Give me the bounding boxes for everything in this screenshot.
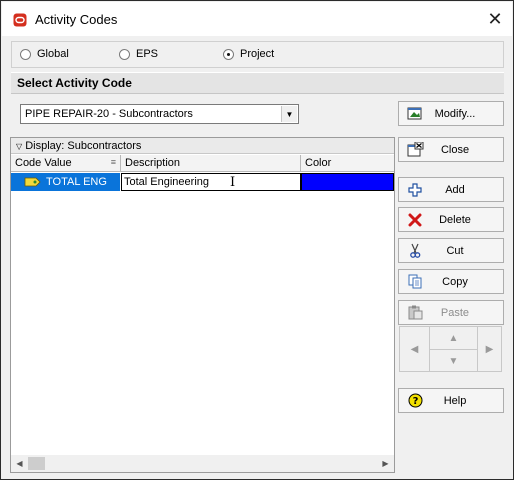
display-options-bar[interactable]: ▽ Display: Subcontractors	[11, 138, 394, 154]
text-cursor-icon: I	[230, 175, 236, 190]
activity-code-dropdown-value: PIPE REPAIR-20 - Subcontractors	[25, 108, 193, 120]
activity-code-dropdown[interactable]: PIPE REPAIR-20 - Subcontractors ▼	[20, 104, 299, 124]
dialog-body: Global EPS Project Select Activity Code …	[7, 37, 507, 475]
radio-global[interactable]: Global	[20, 48, 69, 60]
column-header-description-label: Description	[125, 157, 181, 169]
close-button[interactable]: Close	[398, 137, 504, 162]
copy-button-label: Copy	[442, 275, 468, 288]
delete-button[interactable]: Delete	[398, 207, 504, 232]
dropdown-arrow-icon[interactable]: ▼	[281, 106, 297, 122]
table-row[interactable]: TOTAL ENG Total Engineering I	[11, 173, 394, 191]
delete-button-label: Delete	[439, 213, 471, 226]
scroll-left-icon[interactable]: ◀	[11, 455, 28, 472]
activity-code-values-grid: ▽ Display: Subcontractors Code Value ≡ D…	[10, 137, 395, 473]
clipboard-icon	[405, 305, 425, 321]
radio-eps[interactable]: EPS	[119, 48, 158, 60]
help-button[interactable]: ? Help	[398, 388, 504, 413]
activity-codes-dialog: Activity Codes ✕ Global EPS Project Sele…	[0, 0, 514, 480]
close-window-icon	[405, 142, 425, 158]
collapse-chevron-icon[interactable]: ▽	[16, 142, 22, 151]
move-navigation-cluster: ◀ ▲ ▼ ▶	[399, 326, 502, 372]
copy-pages-icon	[405, 274, 425, 290]
code-value-text: TOTAL ENG	[46, 176, 107, 188]
column-header-description[interactable]: Description	[121, 155, 301, 172]
code-value-tag-icon	[24, 176, 42, 188]
cut-button-label: Cut	[446, 244, 464, 257]
delete-x-icon	[405, 212, 425, 228]
cell-description[interactable]: Total Engineering I	[121, 173, 301, 191]
move-down-icon[interactable]: ▼	[430, 350, 477, 372]
modify-icon	[405, 106, 425, 122]
sort-filter-icon[interactable]: ≡	[111, 157, 116, 167]
radio-project[interactable]: Project	[223, 48, 274, 60]
help-question-icon: ?	[405, 393, 425, 409]
radio-global-label: Global	[37, 48, 69, 60]
cell-code-value[interactable]: TOTAL ENG	[11, 173, 120, 191]
svg-text:?: ?	[412, 396, 418, 407]
description-text: Total Engineering	[124, 176, 210, 188]
column-header-code-value[interactable]: Code Value ≡	[11, 155, 121, 172]
scrollbar-thumb[interactable]	[28, 457, 45, 470]
close-button-label: Close	[440, 143, 470, 156]
radio-eps-label: EPS	[136, 48, 159, 60]
horizontal-scrollbar[interactable]: ◀ ▶	[11, 455, 394, 472]
scroll-right-icon[interactable]: ▶	[377, 455, 394, 472]
move-right-icon[interactable]: ▶	[478, 327, 501, 371]
radio-project-indicator[interactable]	[223, 48, 234, 60]
column-header-color-label: Color	[305, 157, 332, 169]
add-plus-icon	[405, 182, 425, 198]
modify-button-label: Modify...	[434, 107, 476, 120]
title-bar: Activity Codes ✕	[2, 2, 512, 36]
column-header-color[interactable]: Color	[301, 155, 394, 172]
scope-radio-group: Global EPS Project	[11, 41, 504, 68]
window-title: Activity Codes	[35, 12, 118, 27]
section-title: Select Activity Code	[11, 72, 504, 94]
oracle-o-icon	[13, 13, 27, 27]
paste-button-label: Paste	[440, 306, 470, 319]
paste-button[interactable]: Paste	[398, 300, 504, 325]
modify-button[interactable]: Modify...	[398, 101, 504, 126]
add-button[interactable]: Add	[398, 177, 504, 202]
help-button-label: Help	[443, 394, 467, 407]
display-label: Display: Subcontractors	[25, 140, 142, 152]
add-button-label: Add	[445, 183, 465, 196]
move-left-icon[interactable]: ◀	[400, 327, 429, 371]
window-close-button[interactable]: ✕	[480, 5, 510, 33]
radio-global-indicator[interactable]	[20, 48, 31, 60]
move-up-icon[interactable]: ▲	[430, 327, 477, 349]
copy-button[interactable]: Copy	[398, 269, 504, 294]
radio-eps-indicator[interactable]	[119, 48, 130, 60]
cut-button[interactable]: Cut	[398, 238, 504, 263]
radio-project-label: Project	[240, 48, 275, 60]
scissors-icon	[405, 243, 425, 259]
column-header-code-value-label: Code Value	[15, 157, 72, 169]
cell-color-swatch[interactable]	[301, 173, 394, 191]
